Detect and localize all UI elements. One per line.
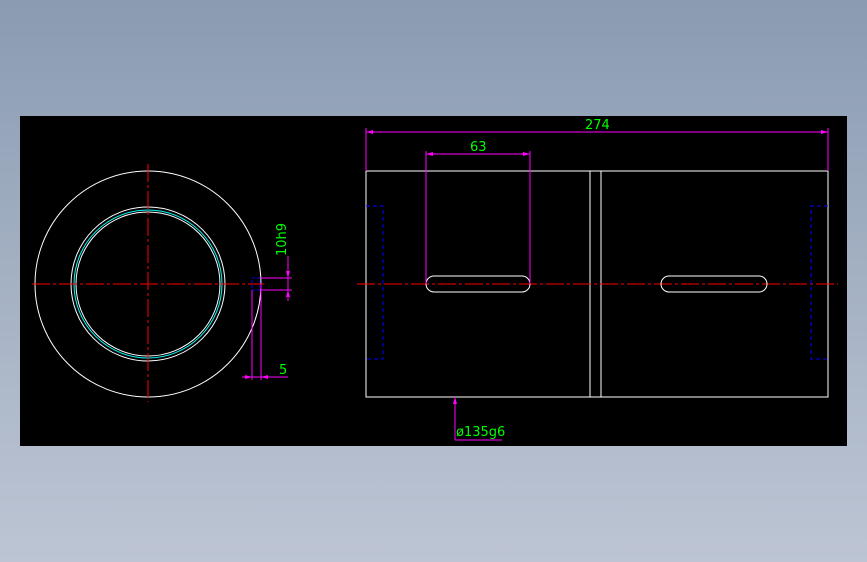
dim-5-arrow-left xyxy=(245,375,252,379)
dim-5-arrow-right xyxy=(261,375,268,379)
hidden-bore-left xyxy=(366,205,384,360)
dim-274-arrow-right xyxy=(821,130,828,134)
dim-keyway-depth-text: 5 xyxy=(279,363,287,378)
dim-overall-length-text: 274 xyxy=(585,118,610,133)
dim-63-arrow-left xyxy=(426,152,433,156)
dim-274-arrow-left xyxy=(366,130,373,134)
end-view: 10h9 5 xyxy=(32,164,292,402)
dim-63-arrow-right xyxy=(523,152,530,156)
cad-viewport[interactable]: 10h9 5 274 63 ø135g6 xyxy=(20,116,847,446)
dim-keyway-width-text: 10h9 xyxy=(275,223,290,256)
side-view: 274 63 ø135g6 xyxy=(357,118,838,441)
hidden-bore-right xyxy=(810,205,828,360)
dim-10h9-arrow-bottom xyxy=(286,290,290,297)
dim-10h9-arrow-top xyxy=(286,271,290,278)
cad-drawing: 10h9 5 274 63 ø135g6 xyxy=(32,118,838,441)
dim-keyway-length-text: 63 xyxy=(470,140,487,155)
dim-outer-diameter-text: ø135g6 xyxy=(456,425,505,440)
